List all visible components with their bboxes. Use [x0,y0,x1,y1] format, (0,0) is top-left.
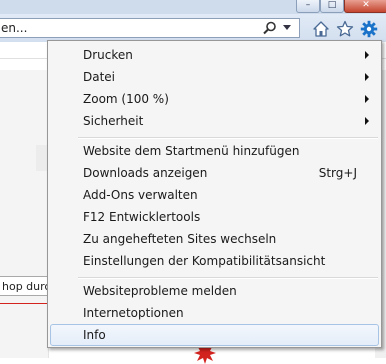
menu-item-label: Info [83,328,106,342]
menu-item-compatibility-view[interactable]: Einstellungen der Kompatibilitätsansicht [50,250,379,272]
gear-icon[interactable] [360,20,378,38]
menu-item-label: Zu angehefteten Sites wechseln [83,232,277,246]
chevron-right-icon [365,95,369,103]
address-bar[interactable]: en... [0,18,300,38]
close-button[interactable]: ✕ [344,0,386,13]
menu-item-label: Website dem Startmenü hinzufügen [83,144,300,158]
menu-item-drucken[interactable]: Drucken [50,44,379,66]
chevron-down-icon[interactable] [283,25,291,30]
minimize-button[interactable]: – [296,0,320,13]
title-bar: – □ ✕ [0,0,386,14]
menu-item-label: Datei [83,70,116,84]
menu-item-label: Sicherheit [83,114,144,128]
maximize-icon: □ [327,0,337,10]
menu-item-datei[interactable]: Datei [50,66,379,88]
maximize-button[interactable]: □ [320,0,344,13]
menu-item-info[interactable]: Info [50,324,379,346]
menu-item-pinned-sites[interactable]: Zu angehefteten Sites wechseln [50,228,379,250]
menu-item-label: Downloads anzeigen [83,166,208,180]
magnifier-icon[interactable] [263,21,277,35]
home-icon[interactable] [312,20,330,38]
menu-item-label: F12 Entwicklertools [83,210,201,224]
menu-item-label: Einstellungen der Kompatibilitätsansicht [83,254,326,268]
menu-item-label: Add-Ons verwalten [83,188,198,202]
menu-item-add-to-start-menu[interactable]: Website dem Startmenü hinzufügen [50,140,379,162]
chevron-right-icon [365,117,369,125]
chevron-right-icon [365,51,369,59]
menu-item-report-problems[interactable]: Websiteprobleme melden [50,280,379,302]
menu-item-internet-options[interactable]: Internetoptionen [50,302,379,324]
close-icon: ✕ [362,0,370,10]
menu-item-zoom[interactable]: Zoom (100 %) [50,88,379,110]
navigation-bar: en... [0,14,386,42]
menu-item-addons[interactable]: Add-Ons verwalten [50,184,379,206]
address-text: en... [1,21,28,35]
menu-separator [78,137,378,139]
menu-item-label: Websiteprobleme melden [83,284,237,298]
menu-separator [78,277,378,279]
menu-item-sicherheit[interactable]: Sicherheit [50,110,379,132]
menu-item-label: Internetoptionen [83,306,184,320]
page-left-column [0,70,49,358]
menu-item-label: Zoom (100 %) [83,92,169,106]
menu-item-label: Drucken [83,48,133,62]
menu-item-devtools[interactable]: F12 Entwicklertools [50,206,379,228]
red-divider [0,303,48,304]
minimize-icon: – [305,0,311,10]
menu-item-shortcut: Strg+J [318,166,357,180]
star-icon[interactable] [336,20,354,38]
menu-item-downloads[interactable]: Downloads anzeigen Strg+J [50,162,379,184]
tools-menu: Drucken Datei Zoom (100 %) Sicherheit We… [47,40,382,348]
chevron-right-icon [365,73,369,81]
